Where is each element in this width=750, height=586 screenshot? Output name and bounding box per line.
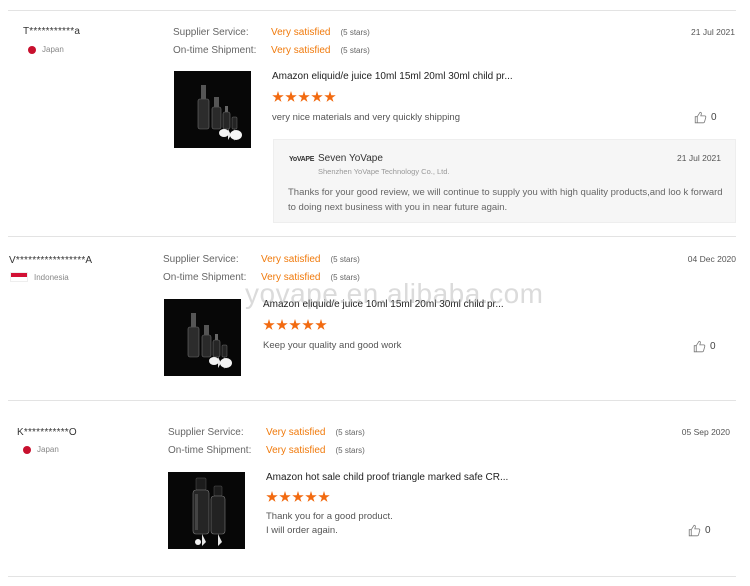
supplier-service-rating: Supplier Service: Very satisfied (5 star…	[163, 254, 360, 265]
star-icon	[324, 91, 336, 102]
rating-stars-text: (5 stars)	[340, 46, 370, 55]
divider	[8, 400, 736, 401]
review-date: 21 Jul 2021	[691, 27, 735, 37]
supplier-service-rating: Supplier Service: Very satisfied (5 star…	[173, 27, 370, 38]
rating-label: On-time Shipment:	[173, 45, 257, 56]
star-icon	[276, 319, 288, 330]
like-count: 0	[705, 525, 711, 536]
buyer-country: Japan	[23, 445, 59, 454]
review-date: 04 Dec 2020	[687, 254, 736, 264]
star-icon	[311, 91, 323, 102]
buyer-country: Japan	[28, 45, 64, 54]
reply-author: Seven YoVape	[318, 153, 383, 164]
like-button[interactable]: 0	[688, 524, 711, 537]
dropper-bottles-image	[168, 472, 245, 549]
buyer-name: T***********a	[23, 26, 81, 37]
thumbs-up-icon	[694, 111, 707, 124]
review-comment-line: Thank you for a good product.	[266, 511, 393, 522]
reply-company: Shenzhen YoVape Technology Co., Ltd.	[318, 167, 450, 176]
product-thumbnail[interactable]	[174, 71, 251, 148]
rating-stars-text: (5 stars)	[335, 428, 365, 437]
dropper-bottles-image	[164, 299, 241, 376]
divider	[8, 10, 736, 11]
rating-value: Very satisfied	[271, 45, 331, 56]
buyer-name: K***********O	[17, 427, 77, 438]
star-icon	[289, 319, 301, 330]
star-icon	[298, 91, 310, 102]
country-name: Indonesia	[34, 272, 69, 282]
supplier-reply: YoVAPE Seven YoVape Shenzhen YoVape Tech…	[273, 139, 736, 223]
like-button[interactable]: 0	[694, 111, 717, 124]
rating-label: Supplier Service:	[168, 427, 244, 438]
product-title-link[interactable]: Amazon hot sale child proof triangle mar…	[266, 472, 508, 483]
country-name: Japan	[37, 445, 59, 454]
divider	[8, 576, 736, 577]
rating-value: Very satisfied	[266, 445, 326, 456]
thumbs-up-icon	[688, 524, 701, 537]
review-comment-line: I will order again.	[266, 525, 338, 536]
yovape-logo: YoVAPE	[289, 156, 315, 163]
like-count: 0	[711, 112, 717, 123]
rating-label: On-time Shipment:	[168, 445, 252, 456]
indonesia-flag-icon	[10, 272, 28, 282]
japan-flag-icon	[28, 45, 36, 54]
star-icon	[272, 91, 284, 102]
star-icon	[292, 491, 304, 502]
buyer-country: Indonesia	[10, 272, 69, 282]
like-button[interactable]: 0	[693, 340, 716, 353]
dropper-bottles-image	[174, 71, 251, 148]
reply-text: Thanks for your good review, we will con…	[288, 187, 723, 213]
rating-stars-text: (5 stars)	[340, 28, 370, 37]
star-icon	[279, 491, 291, 502]
star-icon	[302, 319, 314, 330]
rating-label: Supplier Service:	[173, 27, 249, 38]
on-time-shipment-rating: On-time Shipment: Very satisfied (5 star…	[168, 445, 365, 456]
on-time-shipment-rating: On-time Shipment: Very satisfied (5 star…	[173, 45, 370, 56]
like-count: 0	[710, 341, 716, 352]
rating-label: Supplier Service:	[163, 254, 239, 265]
review-comment: Keep your quality and good work	[263, 340, 402, 351]
star-rating	[263, 319, 327, 331]
star-icon	[266, 491, 278, 502]
star-icon	[315, 319, 327, 330]
star-rating	[266, 491, 330, 503]
supplier-service-rating: Supplier Service: Very satisfied (5 star…	[168, 427, 365, 438]
reply-date: 21 Jul 2021	[677, 153, 721, 163]
rating-stars-text: (5 stars)	[330, 255, 360, 264]
japan-flag-icon	[23, 445, 31, 454]
star-icon	[305, 491, 317, 502]
watermark-text: yovape.en.alibaba.com	[245, 278, 544, 309]
review-date: 05 Sep 2020	[681, 427, 730, 437]
product-title-link[interactable]: Amazon eliquid/e juice 10ml 15ml 20ml 30…	[272, 71, 513, 82]
country-name: Japan	[42, 45, 64, 54]
product-thumbnail[interactable]	[168, 472, 245, 549]
thumbs-up-icon	[693, 340, 706, 353]
star-icon	[263, 319, 275, 330]
star-icon	[318, 491, 330, 502]
rating-value: Very satisfied	[261, 254, 321, 265]
buyer-name: V*****************A	[9, 255, 93, 266]
review-comment: very nice materials and very quickly shi…	[272, 112, 460, 123]
rating-stars-text: (5 stars)	[335, 446, 365, 455]
star-icon	[285, 91, 297, 102]
rating-value: Very satisfied	[266, 427, 326, 438]
divider	[8, 236, 736, 237]
star-rating	[272, 91, 336, 103]
rating-value: Very satisfied	[271, 27, 331, 38]
product-thumbnail[interactable]	[164, 299, 241, 376]
